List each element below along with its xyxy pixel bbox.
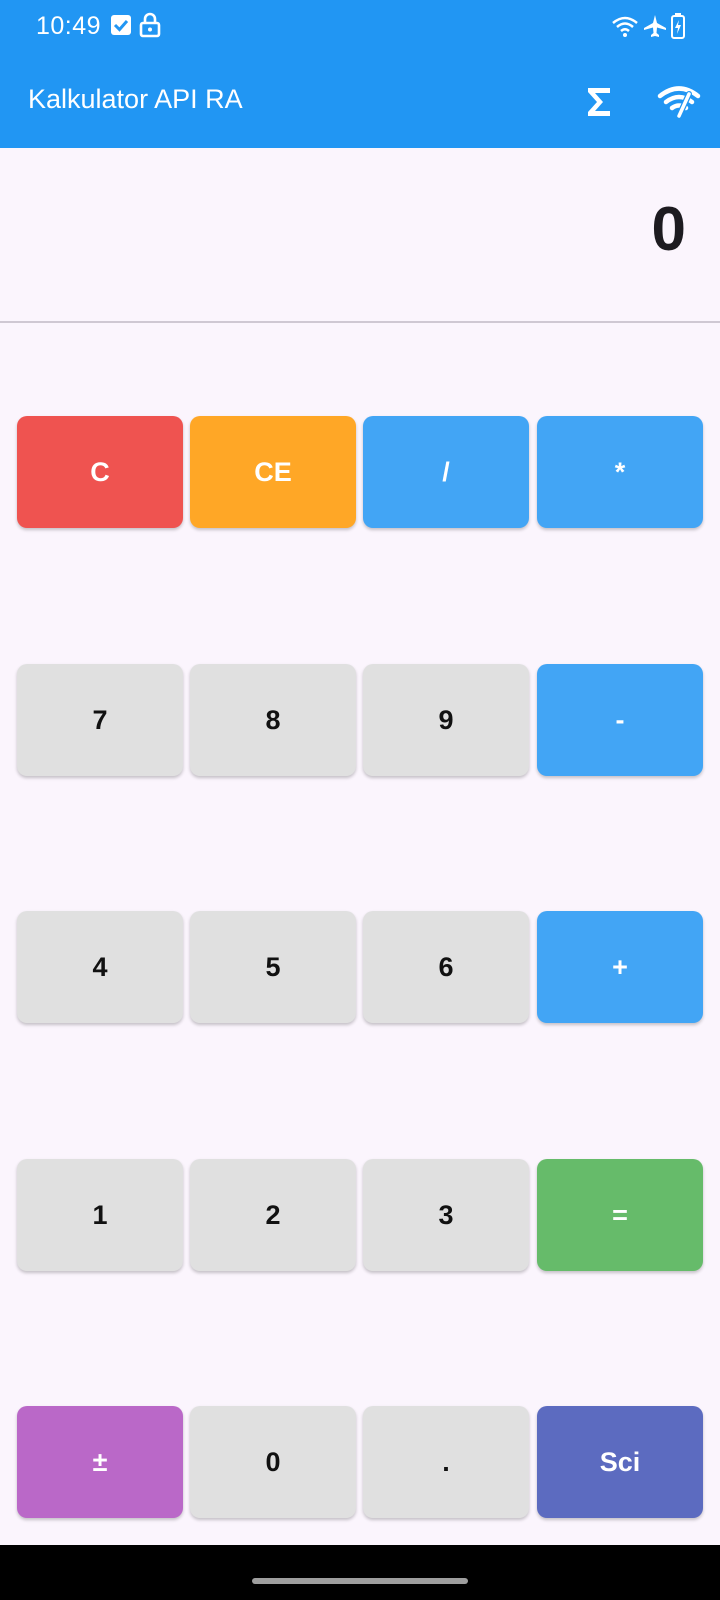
result-display: 0 [0, 148, 720, 322]
network-icon [657, 86, 701, 119]
app-title: Kalkulator API RA [28, 84, 243, 114]
battery-charging-icon [671, 13, 685, 44]
digit-9-button[interactable]: 9 [363, 664, 529, 776]
digit-3-button[interactable]: 3 [363, 1159, 529, 1271]
status-bar: 10:49 [0, 0, 720, 54]
checkbox-notification-icon [110, 14, 132, 41]
airplane-icon [643, 14, 667, 43]
toggle-sign-button[interactable]: ± [17, 1406, 183, 1518]
add-button[interactable]: + [537, 911, 703, 1023]
gesture-handle[interactable] [252, 1578, 468, 1584]
divide-button[interactable]: / [363, 416, 529, 528]
calculator-app: 10:49 Kalkulator API RA 0 C CE / * 7 8 9… [0, 0, 720, 1600]
subtract-button[interactable]: - [537, 664, 703, 776]
app-header: 10:49 Kalkulator API RA [0, 0, 720, 148]
clear-entry-button[interactable]: CE [190, 416, 356, 528]
digit-0-button[interactable]: 0 [190, 1406, 356, 1518]
digit-5-button[interactable]: 5 [190, 911, 356, 1023]
wifi-icon [612, 16, 638, 43]
network-button[interactable] [655, 78, 703, 126]
sigma-button[interactable] [575, 78, 623, 126]
digit-8-button[interactable]: 8 [190, 664, 356, 776]
digit-7-button[interactable]: 7 [17, 664, 183, 776]
equals-button[interactable]: = [537, 1159, 703, 1271]
scientific-mode-button[interactable]: Sci [537, 1406, 703, 1518]
digit-2-button[interactable]: 2 [190, 1159, 356, 1271]
decimal-point-button[interactable]: . [363, 1406, 529, 1518]
digit-1-button[interactable]: 1 [17, 1159, 183, 1271]
digit-6-button[interactable]: 6 [363, 911, 529, 1023]
multiply-button[interactable]: * [537, 416, 703, 528]
display-value: 0 [651, 195, 686, 264]
sigma-icon [588, 88, 610, 116]
status-time: 10:49 [36, 12, 102, 40]
lock-icon [139, 12, 161, 43]
display-divider [0, 321, 720, 323]
digit-4-button[interactable]: 4 [17, 911, 183, 1023]
clear-button[interactable]: C [17, 416, 183, 528]
system-navigation-bar [0, 1545, 720, 1600]
